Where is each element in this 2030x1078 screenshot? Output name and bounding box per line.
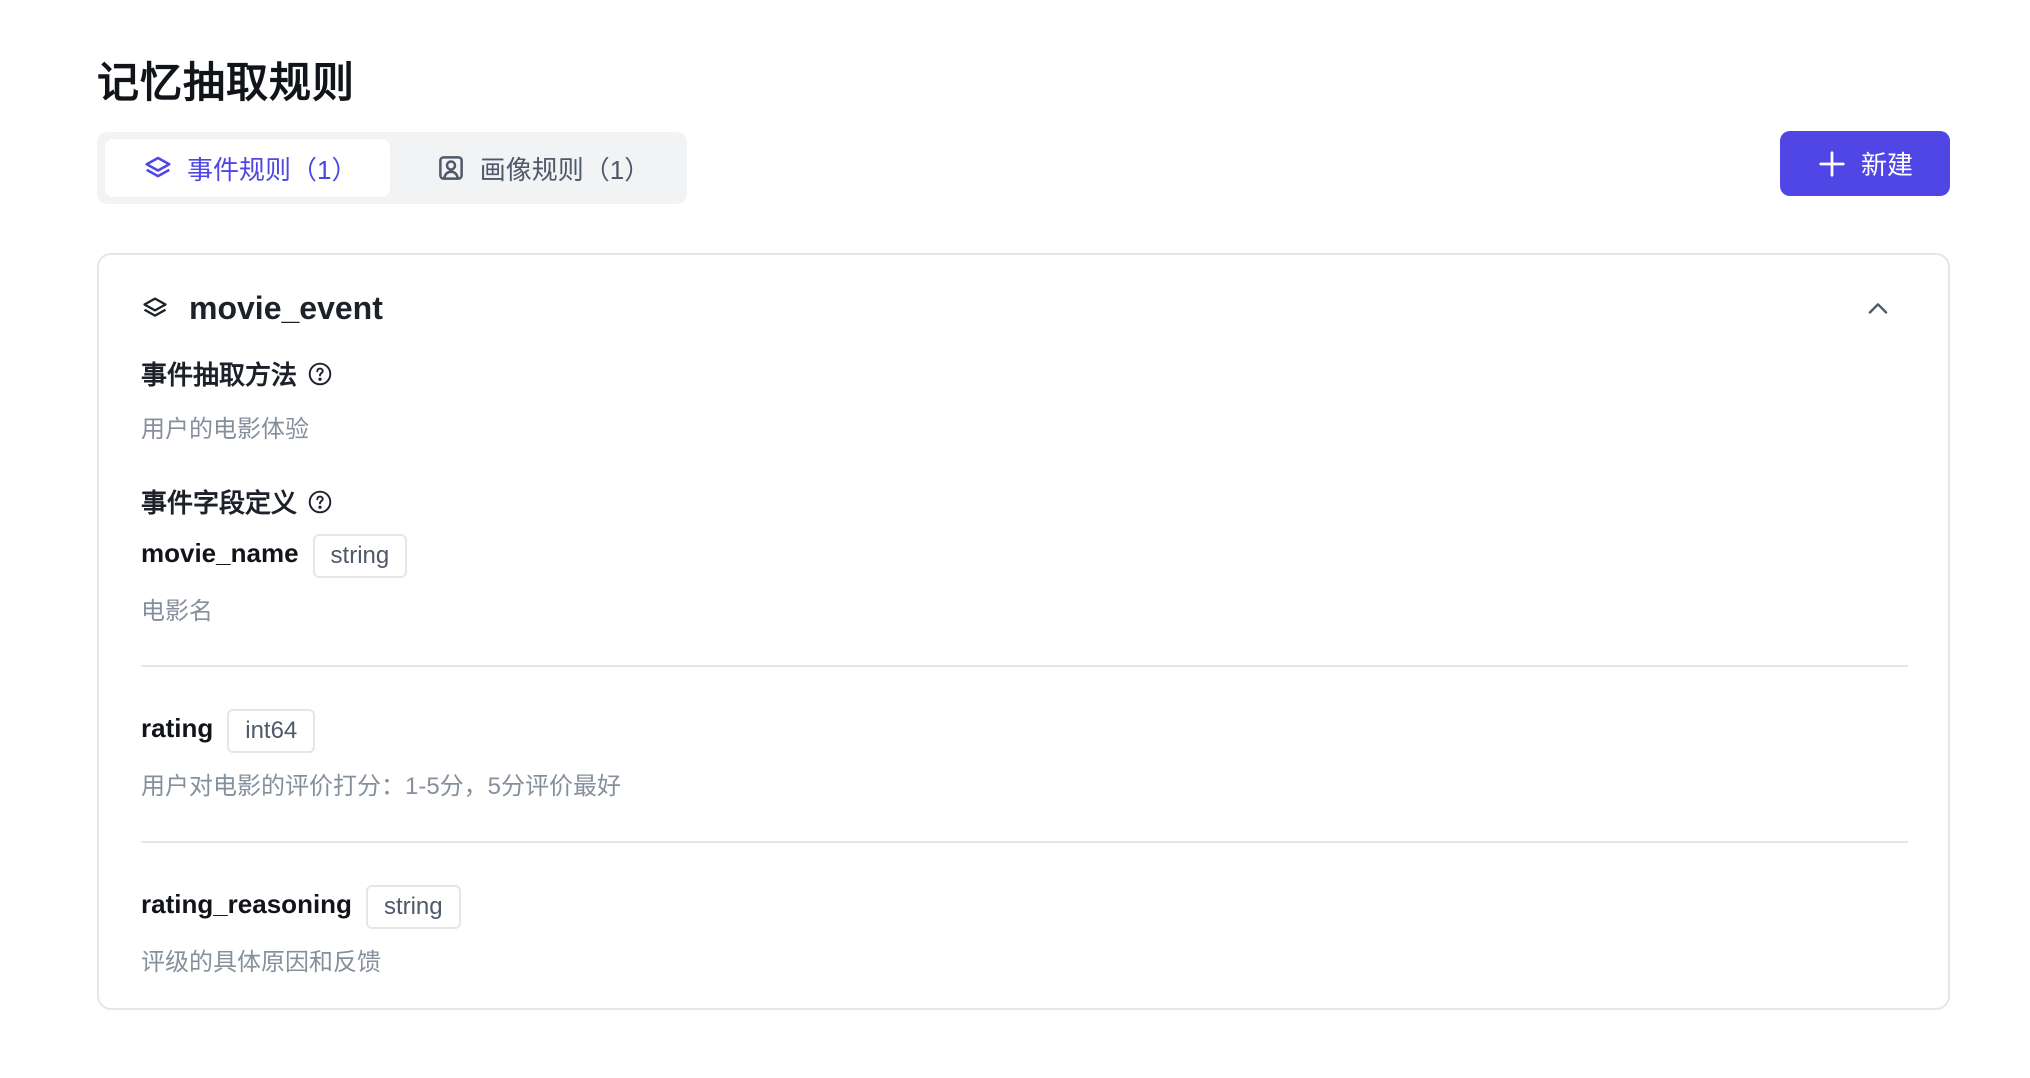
fields-label: 事件字段定义 (141, 483, 333, 520)
help-icon[interactable] (307, 489, 333, 515)
field-divider (141, 665, 1908, 667)
field-type-badge: string (365, 885, 461, 929)
field-type-badge: string (312, 534, 408, 578)
rule-tabs: 事件规则（1） 画像规则（1） (97, 132, 687, 204)
layers-icon (141, 294, 169, 322)
help-icon[interactable] (307, 361, 333, 387)
page-title: 记忆抽取规则 (97, 59, 356, 106)
collapse-chevron-up-icon[interactable] (1858, 289, 1898, 329)
field-description: 评级的具体原因和反馈 (141, 949, 381, 976)
field-description: 电影名 (141, 598, 213, 625)
rule-card-header: movie_event (141, 285, 1918, 331)
rule-card: movie_event 事件抽取方法 用户的电影体验 事件字段定义 movie_… (97, 253, 1950, 1010)
rule-name: movie_event (189, 289, 383, 326)
new-button[interactable]: 新建 (1780, 131, 1950, 196)
tab-profile-rules-label: 画像规则（1） (479, 154, 651, 185)
field-description: 用户对电影的评价打分：1-5分，5分评价最好 (141, 773, 622, 800)
field-name: movie_name (141, 537, 299, 568)
tab-profile-rules[interactable]: 画像规则（1） (398, 139, 679, 197)
field-item: rating int64 用户对电影的评价打分：1-5分，5分评价最好 (141, 706, 1908, 801)
field-name: rating_reasoning (141, 888, 352, 919)
fields-label-text: 事件字段定义 (141, 488, 298, 518)
portrait-icon (436, 153, 466, 183)
field-item: rating_reasoning string 评级的具体原因和反馈 (141, 882, 1908, 977)
field-item: movie_name string 电影名 (141, 531, 1908, 626)
method-label: 事件抽取方法 (141, 355, 333, 392)
new-button-label: 新建 (1860, 150, 1913, 180)
field-name: rating (141, 712, 214, 743)
method-label-text: 事件抽取方法 (141, 360, 298, 390)
tab-event-rules-label: 事件规则（1） (187, 154, 358, 185)
page: 记忆抽取规则 事件规则（1） 画像规则（1） 新建 movie_event 事件… (0, 0, 2030, 1078)
method-value: 用户的电影体验 (141, 416, 309, 443)
field-divider (141, 841, 1908, 843)
tab-event-rules[interactable]: 事件规则（1） (105, 139, 390, 197)
plus-icon (1817, 149, 1847, 179)
field-type-badge: int64 (227, 709, 316, 753)
layers-icon (143, 153, 173, 183)
